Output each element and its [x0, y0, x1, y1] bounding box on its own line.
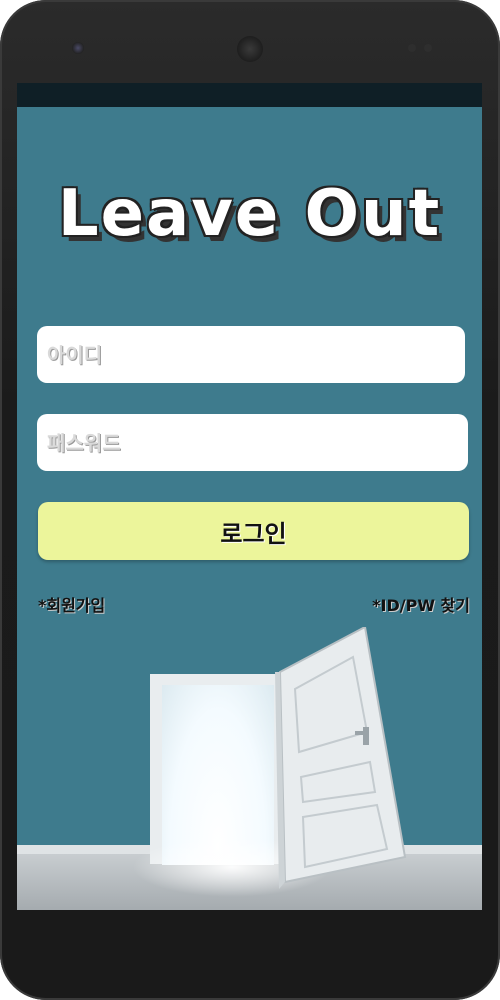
login-screen: Leave Out 로그인 *회원가입 *ID/PW 찾기	[17, 107, 482, 910]
signup-link[interactable]: *회원가입	[38, 592, 105, 616]
phone-frame: Leave Out 로그인 *회원가입 *ID/PW 찾기	[0, 0, 500, 1000]
id-input[interactable]	[45, 341, 465, 368]
password-input[interactable]	[45, 429, 468, 456]
sensor-icon	[408, 44, 416, 52]
password-field[interactable]	[37, 414, 468, 471]
status-bar	[17, 83, 482, 107]
open-door-icon	[275, 627, 407, 889]
front-camera-icon	[72, 42, 84, 54]
login-button[interactable]: 로그인	[38, 502, 469, 560]
id-field[interactable]	[37, 326, 465, 383]
earpiece-speaker-icon	[237, 36, 263, 62]
app-title: Leave Out	[57, 177, 442, 251]
find-id-pw-link[interactable]: *ID/PW 찾기	[372, 592, 470, 616]
sensor-icon	[424, 44, 432, 52]
